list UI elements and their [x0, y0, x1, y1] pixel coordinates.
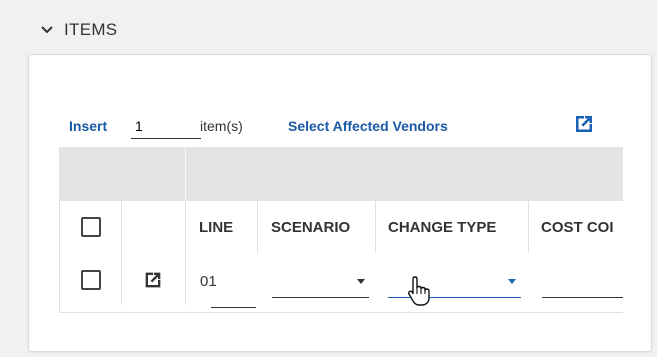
insert-button[interactable]: Insert [69, 118, 107, 134]
table-group-header [60, 147, 623, 201]
section-title: ITEMS [64, 20, 118, 39]
row-checkbox[interactable] [81, 270, 101, 290]
scenario-dropdown-caret [357, 279, 365, 284]
column-header-scenario[interactable]: SCENARIO [258, 201, 376, 253]
items-table: LINE SCENARIO CHANGE TYPE COST COI 01 [59, 147, 623, 313]
hand-pointer-cursor-icon [408, 276, 430, 306]
row-open-cell [122, 253, 186, 305]
items-count-label: item(s) [200, 118, 243, 134]
scenario-select[interactable] [272, 253, 369, 305]
change-type-dropdown-caret [508, 279, 516, 284]
column-header-line[interactable]: LINE [186, 201, 258, 253]
line-cell [186, 253, 258, 305]
open-in-new-icon[interactable] [142, 269, 164, 291]
cost-code-input[interactable] [542, 253, 623, 305]
group-header-divider [185, 147, 186, 201]
table-header-row: LINE SCENARIO CHANGE TYPE COST COI [60, 201, 623, 254]
line-number-underline [211, 307, 256, 308]
insert-quantity-input[interactable] [131, 114, 201, 139]
column-header-scenario-label: SCENARIO [271, 219, 351, 236]
column-header-line-label: LINE [199, 219, 234, 236]
column-header-change-type[interactable]: CHANGE TYPE [376, 201, 529, 253]
line-number-input[interactable]: 01 [200, 273, 217, 290]
items-section-toggle[interactable]: ITEMS [40, 20, 117, 40]
column-header-change-type-label: CHANGE TYPE [388, 219, 497, 236]
items-toolbar: Insert item(s) Select Affected Vendors [59, 101, 622, 147]
open-in-new-icon[interactable] [572, 112, 596, 136]
column-header-cost-code[interactable]: COST COI [529, 201, 623, 253]
chevron-down-icon [41, 26, 53, 34]
cost-code-underline [542, 297, 623, 298]
column-header-cost-code-label: COST COI [541, 219, 614, 236]
scenario-underline [272, 297, 369, 298]
select-all-checkbox[interactable] [81, 217, 101, 237]
select-all-cell [60, 201, 122, 253]
row-select-cell [60, 253, 122, 305]
header-actions-cell [122, 201, 186, 253]
select-affected-vendors-link[interactable]: Select Affected Vendors [288, 118, 448, 134]
